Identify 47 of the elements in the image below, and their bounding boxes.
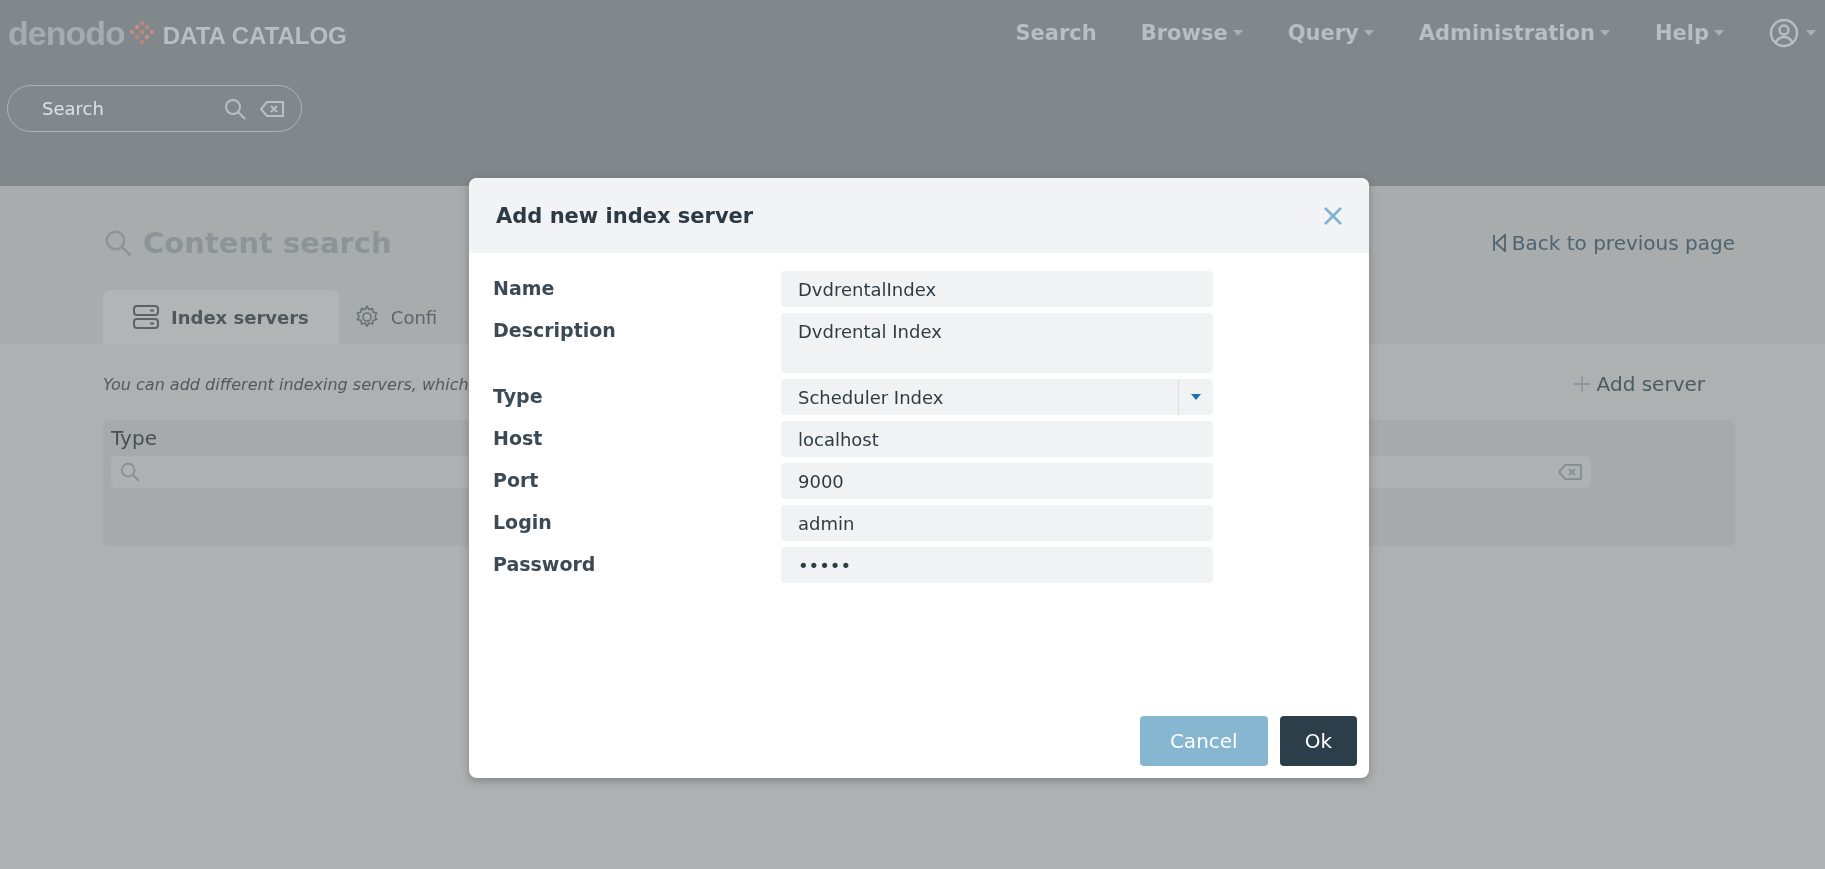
nav-item[interactable]: Help — [1654, 21, 1725, 45]
search-icon — [103, 228, 133, 258]
field-label: Description — [493, 318, 617, 343]
field-label: Login — [493, 510, 553, 535]
clear-icon[interactable] — [259, 99, 285, 118]
input-field[interactable]: Dvdrental Index — [781, 313, 1213, 373]
field-label: Password — [493, 552, 597, 577]
dots-logo-icon — [128, 20, 155, 46]
plus-icon — [1572, 375, 1591, 393]
tab[interactable]: Index servers — [103, 290, 339, 344]
field-label: Type — [493, 384, 544, 409]
tab-label: Index servers — [171, 306, 309, 328]
product-name: DATA CATALOG — [162, 22, 347, 50]
field-label: Name — [493, 276, 556, 301]
search-icon — [119, 461, 141, 483]
add-server-link[interactable]: Add server — [1572, 372, 1705, 396]
input-field[interactable]: ••••• — [781, 547, 1213, 583]
back-link[interactable]: Back to previous page — [1491, 231, 1735, 255]
clear-icon[interactable] — [1557, 463, 1583, 481]
column-header: Type — [111, 426, 157, 450]
gear-icon — [354, 305, 379, 329]
user-menu[interactable] — [1769, 18, 1817, 48]
server-icon — [133, 305, 159, 329]
tab[interactable]: Confi — [338, 290, 454, 344]
field-label: Port — [493, 468, 540, 493]
nav-item[interactable]: Administration — [1418, 21, 1611, 45]
input-field[interactable]: localhost — [781, 421, 1213, 457]
input-field[interactable]: DvdrentalIndex — [781, 271, 1213, 307]
select-field[interactable]: Scheduler Index — [781, 379, 1213, 415]
search-field[interactable]: Search — [40, 97, 211, 120]
field-label: Host — [493, 426, 544, 451]
search-icon — [223, 96, 247, 121]
dialog-title: Add new index server — [496, 203, 754, 228]
nav-item[interactable]: Browse — [1140, 21, 1244, 45]
nav-item[interactable]: Query — [1287, 21, 1375, 45]
cancel-button[interactable]: Cancel — [1139, 716, 1268, 766]
input-field[interactable]: admin — [781, 505, 1213, 541]
ok-button[interactable]: Ok — [1279, 716, 1357, 766]
input-field[interactable]: 9000 — [781, 463, 1213, 499]
nav-item[interactable]: Search — [1015, 21, 1097, 45]
tab-label: Confi — [390, 306, 438, 328]
user-icon — [1769, 18, 1799, 48]
back-icon — [1491, 234, 1506, 252]
caret-icon — [1190, 393, 1202, 401]
hint-text: You can add different indexing servers, which — [103, 374, 469, 394]
caret-icon — [1805, 29, 1817, 37]
close-button[interactable] — [1323, 205, 1343, 226]
